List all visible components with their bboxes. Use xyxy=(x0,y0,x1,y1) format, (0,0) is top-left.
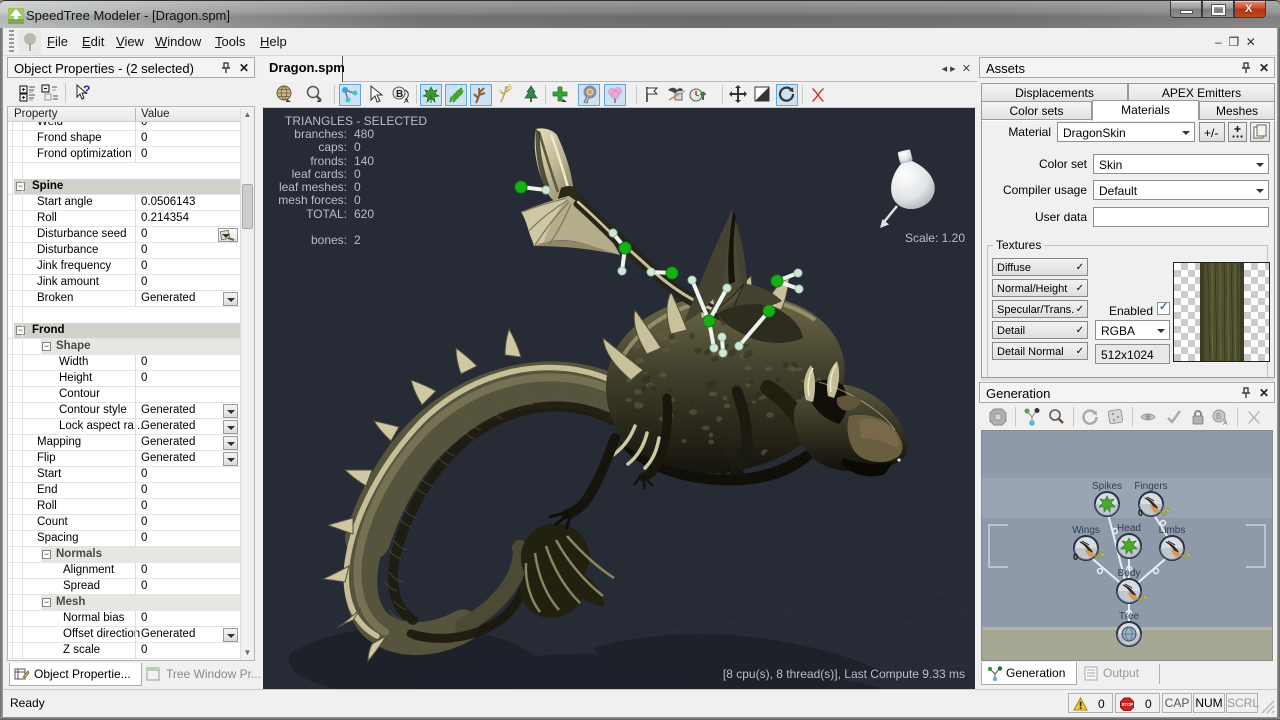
svg-text:caps:: caps: xyxy=(318,140,347,154)
svg-text:mesh forces:: mesh forces: xyxy=(278,193,347,207)
svg-text:TOTAL:: TOTAL: xyxy=(306,207,347,221)
svg-text:0: 0 xyxy=(1138,508,1143,518)
svg-text:0: 0 xyxy=(1073,552,1078,562)
svg-text:480: 480 xyxy=(354,127,374,141)
svg-text:620: 620 xyxy=(354,207,374,221)
svg-text:STOP: STOP xyxy=(1122,702,1134,707)
svg-text:Body: Body xyxy=(1118,568,1141,579)
svg-text:Spikes: Spikes xyxy=(1092,481,1122,492)
svg-text:Scale: 1.20: Scale: 1.20 xyxy=(905,231,965,245)
svg-text:leaf cards:: leaf cards: xyxy=(292,167,347,181)
svg-text:bones:: bones: xyxy=(311,233,347,247)
svg-text:B: B xyxy=(1216,412,1221,421)
svg-text:0: 0 xyxy=(354,167,361,181)
svg-text:Limbs: Limbs xyxy=(1159,525,1186,536)
svg-text:[8 cpu(s), 8 thread(s)], Last: [8 cpu(s), 8 thread(s)], Last Compute 9.… xyxy=(723,667,965,681)
svg-text:Head: Head xyxy=(1117,523,1141,534)
svg-text:TRIANGLES - SELECTED: TRIANGLES - SELECTED xyxy=(285,114,427,128)
svg-text:140: 140 xyxy=(354,154,374,168)
svg-text:A: A xyxy=(1223,420,1228,426)
svg-text:branches:: branches: xyxy=(294,127,347,141)
svg-text:0: 0 xyxy=(354,180,361,194)
svg-text:0: 0 xyxy=(354,193,361,207)
svg-text:fronds:: fronds: xyxy=(310,154,347,168)
svg-text:Fingers: Fingers xyxy=(1134,481,1167,492)
svg-text:B: B xyxy=(396,89,403,100)
svg-text:leaf meshes:: leaf meshes: xyxy=(279,180,347,194)
svg-text:2: 2 xyxy=(354,233,361,247)
svg-text:?: ? xyxy=(83,83,90,97)
svg-text:A: A xyxy=(404,98,409,104)
svg-text:Wings: Wings xyxy=(1072,525,1100,536)
svg-text:0: 0 xyxy=(354,140,361,154)
svg-text:Tree: Tree xyxy=(1119,611,1140,622)
